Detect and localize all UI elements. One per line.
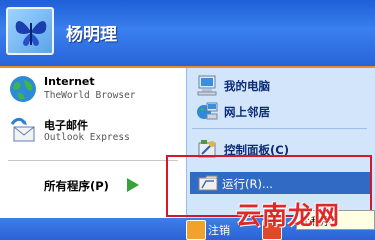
pinned-item-title: 电子邮件 xyxy=(44,119,88,132)
my-computer-icon xyxy=(197,75,217,96)
user-name: 杨明理 xyxy=(66,25,117,45)
right-item-label: 网上邻居 xyxy=(224,105,270,119)
logoff-icon[interactable] xyxy=(186,220,206,240)
right-separator xyxy=(192,128,367,129)
watermark-text: 云南龙网 xyxy=(236,201,341,230)
all-programs-button[interactable]: 所有程序(P) xyxy=(44,178,109,194)
user-avatar[interactable] xyxy=(6,7,54,55)
left-separator xyxy=(8,160,178,161)
pinned-item-title: Internet xyxy=(44,75,95,88)
butterfly-icon xyxy=(15,21,47,46)
pinned-item-email[interactable]: 电子邮件 Outlook Express xyxy=(6,114,186,150)
pinned-item-subtitle: Outlook Express xyxy=(44,132,130,143)
right-item-network[interactable]: 网上邻居 xyxy=(196,100,366,124)
network-icon xyxy=(197,102,218,120)
globe-icon xyxy=(10,76,36,102)
start-menu-header: 杨明理 xyxy=(0,0,375,68)
pinned-item-internet[interactable]: Internet TheWorld Browser xyxy=(6,72,186,108)
right-item-label: 我的电脑 xyxy=(224,79,270,93)
green-arrow-icon[interactable] xyxy=(122,175,142,195)
mail-icon xyxy=(10,117,35,142)
right-item-my-computer[interactable]: 我的电脑 xyxy=(196,74,366,98)
logoff-button[interactable]: 注销 xyxy=(208,222,230,238)
pinned-item-subtitle: TheWorld Browser xyxy=(44,90,136,101)
